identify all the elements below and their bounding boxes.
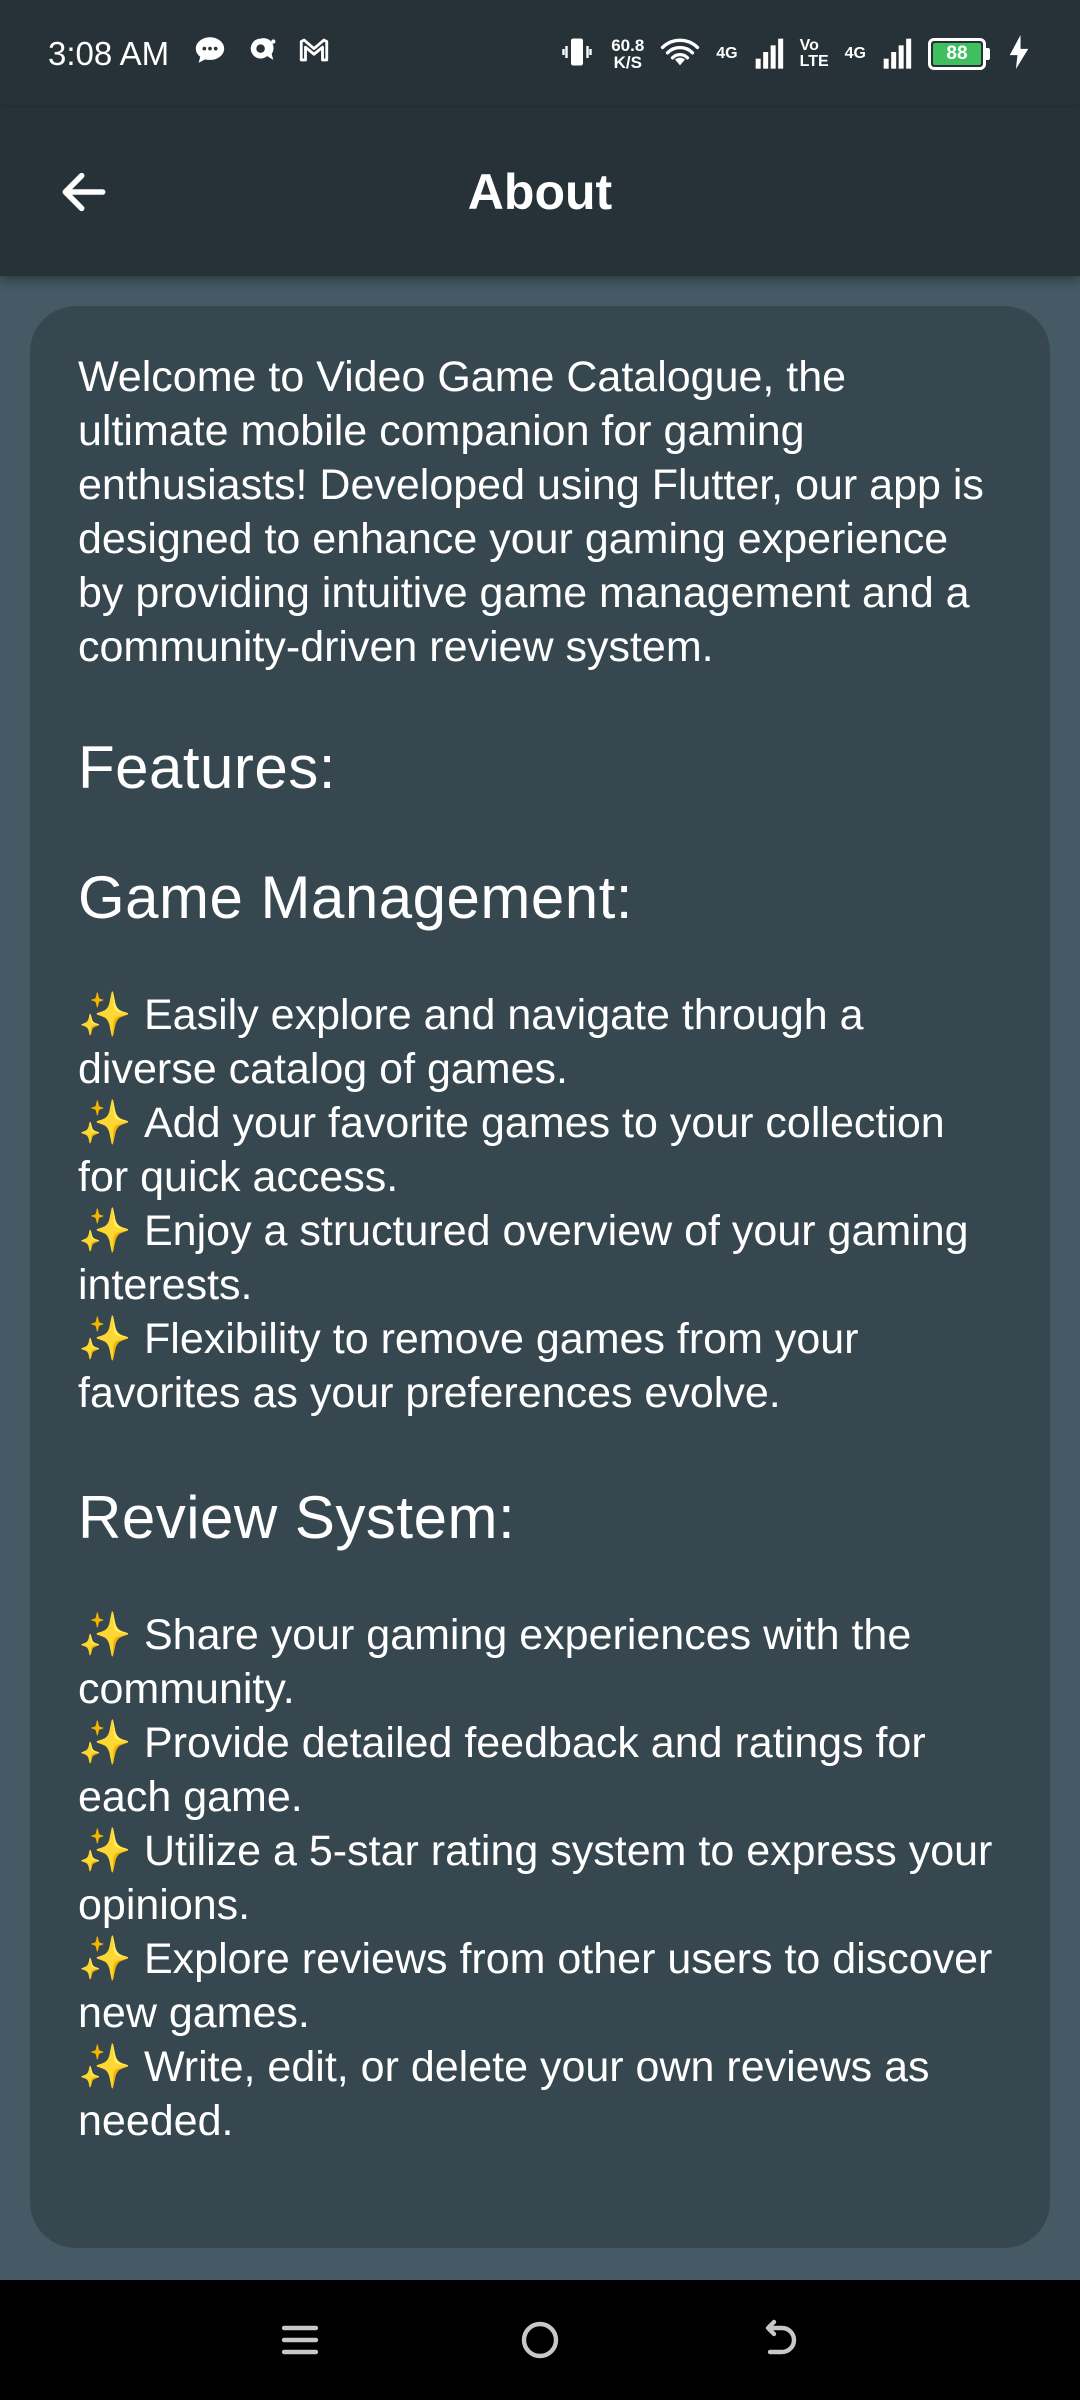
review-system-list: ✨ Share your gaming experiences with the … — [78, 1608, 1002, 2148]
menu-icon — [281, 2325, 319, 2355]
recents-button[interactable] — [260, 2300, 340, 2380]
sparkles-icon: ✨ — [78, 1611, 132, 1659]
list-item: ✨ Easily explore and navigate through a d… — [78, 988, 1002, 1096]
status-bar: 3:08 AM 60.8 K/S 4G Vo LTE 4G 88 — [0, 0, 1080, 108]
signal-icon — [754, 35, 784, 74]
speed-value: 60.8 — [611, 36, 645, 55]
volte-bottom: LTE — [799, 53, 829, 70]
page-title: About — [467, 164, 613, 220]
list-item: ✨ Flexibility to remove games from your f… — [78, 1312, 1002, 1420]
app-bar: About — [0, 108, 1080, 276]
arrow-left-icon — [62, 172, 106, 212]
list-item: ✨ Provide detailed feedback and ratings f… — [78, 1716, 1002, 1824]
review-system-heading: Review System: — [78, 1484, 516, 1551]
battery-indicator: 88 — [928, 38, 990, 70]
system-nav-bar — [0, 2280, 1080, 2400]
about-card[interactable]: Welcome to Video Game Catalogue, the ult… — [30, 306, 1050, 2248]
list-item: ✨ Share your gaming experiences with the … — [78, 1608, 1002, 1716]
home-button[interactable] — [500, 2300, 580, 2380]
network-4g-1: 4G — [716, 46, 737, 62]
network-label-2: 4G — [844, 45, 866, 62]
about-scroll-area[interactable]: Welcome to Video Game Catalogue, the ult… — [78, 350, 1002, 2242]
list-item: ✨ Utilize a 5-star rating system to expre… — [78, 1824, 1002, 1932]
list-item: ✨ Enjoy a structured overview of your gam… — [78, 1204, 1002, 1312]
list-item-text: Flexibility to remove games from your fa… — [78, 1315, 859, 1417]
nav-back-button[interactable] — [740, 2300, 820, 2380]
volte-indicator: Vo LTE — [800, 38, 829, 70]
charging-icon — [1006, 34, 1032, 74]
game-management-heading: Game Management: — [78, 864, 633, 931]
sparkles-icon: ✨ — [78, 1099, 132, 1147]
speed-unit: K/S — [613, 53, 642, 72]
list-item-text: Easily explore and navigate through a di… — [78, 991, 864, 1093]
sparkles-icon: ✨ — [78, 1827, 132, 1875]
sparkles-icon: ✨ — [78, 991, 132, 1039]
list-item-text: Provide detailed feedback and ratings fo… — [78, 1719, 926, 1821]
volte-top: Vo — [799, 37, 819, 54]
sparkles-icon: ✨ — [78, 1935, 132, 1983]
list-item: ✨ Add your favorite games to your collect… — [78, 1096, 1002, 1204]
list-item-text: Utilize a 5-star rating system to expres… — [78, 1827, 993, 1929]
vibrate-icon — [559, 34, 595, 75]
list-item: ✨ Explore reviews from other users to dis… — [78, 1932, 1002, 2040]
list-item-text: Share your gaming experiences with the c… — [78, 1611, 912, 1713]
gmail-icon — [297, 33, 331, 75]
network-4g-2: 4G — [845, 46, 866, 62]
network-label: 4G — [716, 45, 738, 62]
features-heading: Features: — [78, 734, 336, 801]
list-item-text: Write, edit, or delete your own reviews … — [78, 2043, 930, 2145]
chat-bubble-icon — [193, 33, 227, 75]
back-icon — [765, 2319, 797, 2355]
sparkles-icon: ✨ — [78, 2043, 132, 2091]
network-speed: 60.8 K/S — [611, 37, 644, 71]
wifi-icon — [660, 34, 700, 75]
status-time: 3:08 AM — [48, 35, 170, 72]
home-icon — [521, 2321, 559, 2359]
sparkles-icon: ✨ — [78, 1315, 132, 1363]
list-item-text: Enjoy a structured overview of your gami… — [78, 1207, 969, 1309]
game-management-list: ✨ Easily explore and navigate through a d… — [78, 988, 1002, 1420]
sparkles-icon: ✨ — [78, 1719, 132, 1767]
back-button[interactable] — [44, 152, 124, 232]
signal-icon — [882, 35, 912, 74]
list-item: ✨ Write, edit, or delete your own reviews… — [78, 2040, 1002, 2148]
sparkles-icon: ✨ — [78, 1207, 132, 1255]
battery-level: 88 — [933, 43, 981, 65]
intro-text: Welcome to Video Game Catalogue, the ult… — [78, 353, 984, 671]
list-item-text: Explore reviews from other users to disc… — [78, 1935, 993, 2037]
list-item-text: Add your favorite games to your collecti… — [78, 1099, 945, 1201]
notification-bubble-icon — [245, 33, 279, 75]
